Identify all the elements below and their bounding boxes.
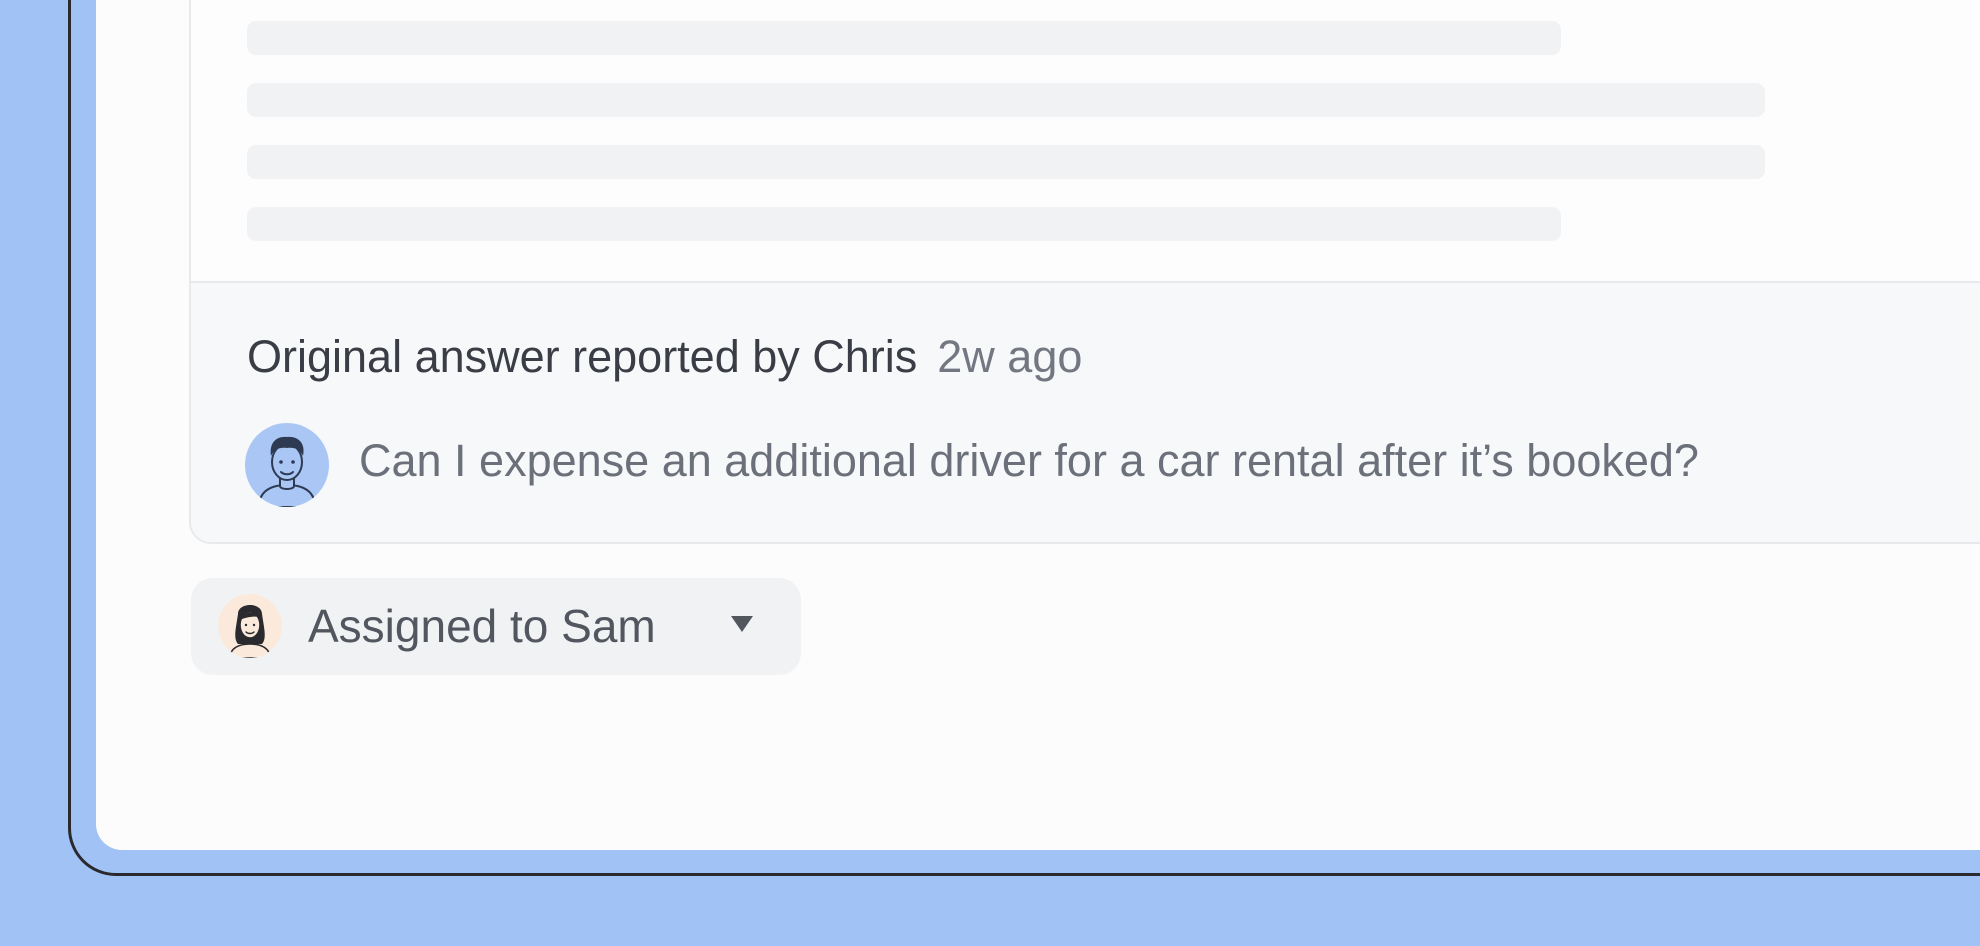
- loading-line: [247, 21, 1561, 55]
- loading-line: [247, 145, 1765, 179]
- loading-line: [247, 207, 1561, 241]
- chevron-down-icon: [731, 616, 753, 632]
- reported-question: Can I expense an additional driver for a…: [359, 435, 1699, 486]
- assignee-label: Assigned to Sam: [308, 600, 656, 652]
- avatar-man-icon: [245, 423, 329, 507]
- report-panel: Original answer reported by Chris 2w ago …: [191, 281, 1980, 542]
- avatar-woman-icon: [218, 594, 282, 658]
- assignee-dropdown[interactable]: Assigned to Sam: [191, 578, 801, 675]
- report-timestamp: 2w ago: [937, 331, 1083, 382]
- loading-line: [247, 83, 1765, 117]
- app-screen: Original answer reported by Chris 2w ago …: [96, 0, 1980, 850]
- answer-card: Original answer reported by Chris 2w ago …: [189, 0, 1980, 544]
- report-heading: Original answer reported by Chris 2w ago: [247, 329, 1082, 385]
- report-title: Original answer reported by Chris: [247, 331, 918, 382]
